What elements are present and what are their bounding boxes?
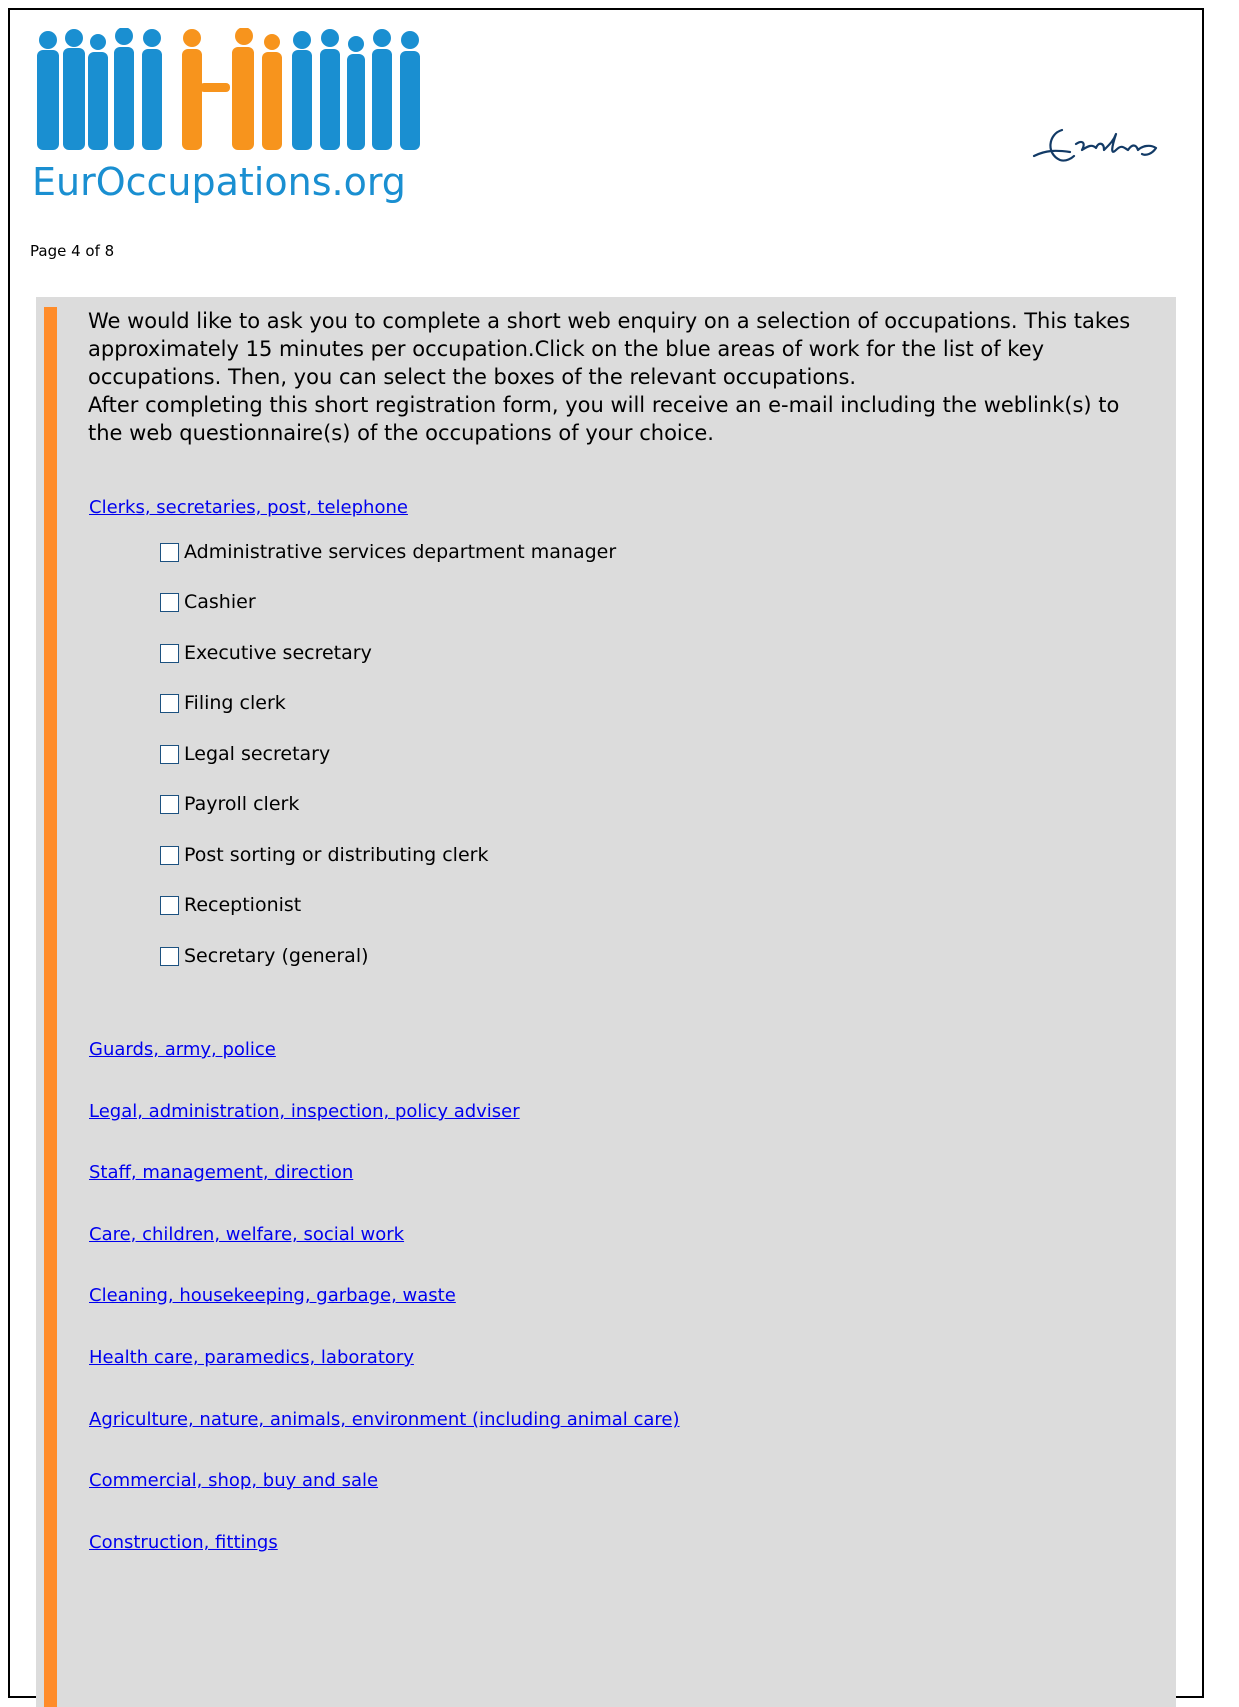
category-link-clerks[interactable]: Clerks, secretaries, post, telephone — [89, 497, 408, 518]
category-link[interactable]: Commercial, shop, buy and sale — [89, 1470, 378, 1491]
occupation-option[interactable]: Payroll clerk — [160, 793, 299, 815]
logo-wordmark: EurOccupations.org — [32, 160, 406, 204]
category-link[interactable]: Staff, management, direction — [89, 1162, 353, 1183]
accent-bar — [44, 307, 57, 1707]
occupation-option[interactable]: Receptionist — [160, 894, 301, 916]
occupations-panel: We would like to ask you to complete a s… — [36, 297, 1176, 1707]
occupation-checkbox[interactable] — [160, 542, 179, 562]
category-link[interactable]: Health care, paramedics, laboratory — [89, 1347, 414, 1368]
occupation-checkbox[interactable] — [160, 845, 179, 865]
occupation-option[interactable]: Legal secretary — [160, 743, 330, 765]
page-indicator: Page 4 of 8 — [30, 242, 115, 260]
category-link[interactable]: Cleaning, housekeeping, garbage, waste — [89, 1285, 456, 1306]
logo-wordmark-suffix: Occupations.org — [95, 160, 406, 204]
occupation-label: Executive secretary — [184, 642, 372, 664]
occupation-option[interactable]: Filing clerk — [160, 692, 286, 714]
occupation-checkbox[interactable] — [160, 946, 179, 966]
category-link[interactable]: Legal, administration, inspection, polic… — [89, 1101, 520, 1122]
occupation-checkbox[interactable] — [160, 693, 179, 713]
occupation-label: Filing clerk — [184, 692, 286, 714]
occupation-label: Legal secretary — [184, 743, 331, 765]
category-link[interactable]: Construction, fittings — [89, 1532, 278, 1553]
occupation-label: Receptionist — [184, 894, 302, 916]
occupation-checkbox[interactable] — [160, 744, 179, 764]
category-link[interactable]: Guards, army, police — [89, 1039, 276, 1060]
euroccupations-logo[interactable]: EurOccupations.org — [32, 28, 462, 218]
page-frame: EurOccupations.org Page 4 of 8 We would … — [8, 8, 1204, 1707]
logo-wordmark-prefix: Eur — [32, 160, 96, 204]
people-figures-icon — [37, 28, 420, 150]
erasmus-signature-logo — [1032, 128, 1158, 162]
occupation-checkbox[interactable] — [160, 592, 179, 612]
occupation-checkbox[interactable] — [160, 643, 179, 663]
occupation-option[interactable]: Post sorting or distributing clerk — [160, 844, 488, 866]
occupation-checkbox[interactable] — [160, 794, 179, 814]
occupation-label: Post sorting or distributing clerk — [184, 844, 489, 866]
occupation-label: Administrative services department manag… — [184, 541, 617, 563]
intro-paragraph-1: We would like to ask you to complete a s… — [88, 309, 1131, 389]
occupation-label: Payroll clerk — [184, 793, 300, 815]
occupation-option[interactable]: Administrative services department manag… — [160, 541, 616, 563]
occupation-option[interactable]: Secretary (general) — [160, 945, 369, 967]
occupation-checkbox[interactable] — [160, 895, 179, 915]
intro-text: We would like to ask you to complete a s… — [88, 307, 1148, 447]
category-link[interactable]: Care, children, welfare, social work — [89, 1224, 404, 1245]
occupation-label: Cashier — [184, 591, 256, 613]
occupation-option[interactable]: Cashier — [160, 591, 256, 613]
occupation-label: Secretary (general) — [184, 945, 369, 967]
occupation-option[interactable]: Executive secretary — [160, 642, 372, 664]
intro-paragraph-2: After completing this short registration… — [88, 393, 1120, 445]
category-link[interactable]: Agriculture, nature, animals, environmen… — [89, 1409, 680, 1430]
